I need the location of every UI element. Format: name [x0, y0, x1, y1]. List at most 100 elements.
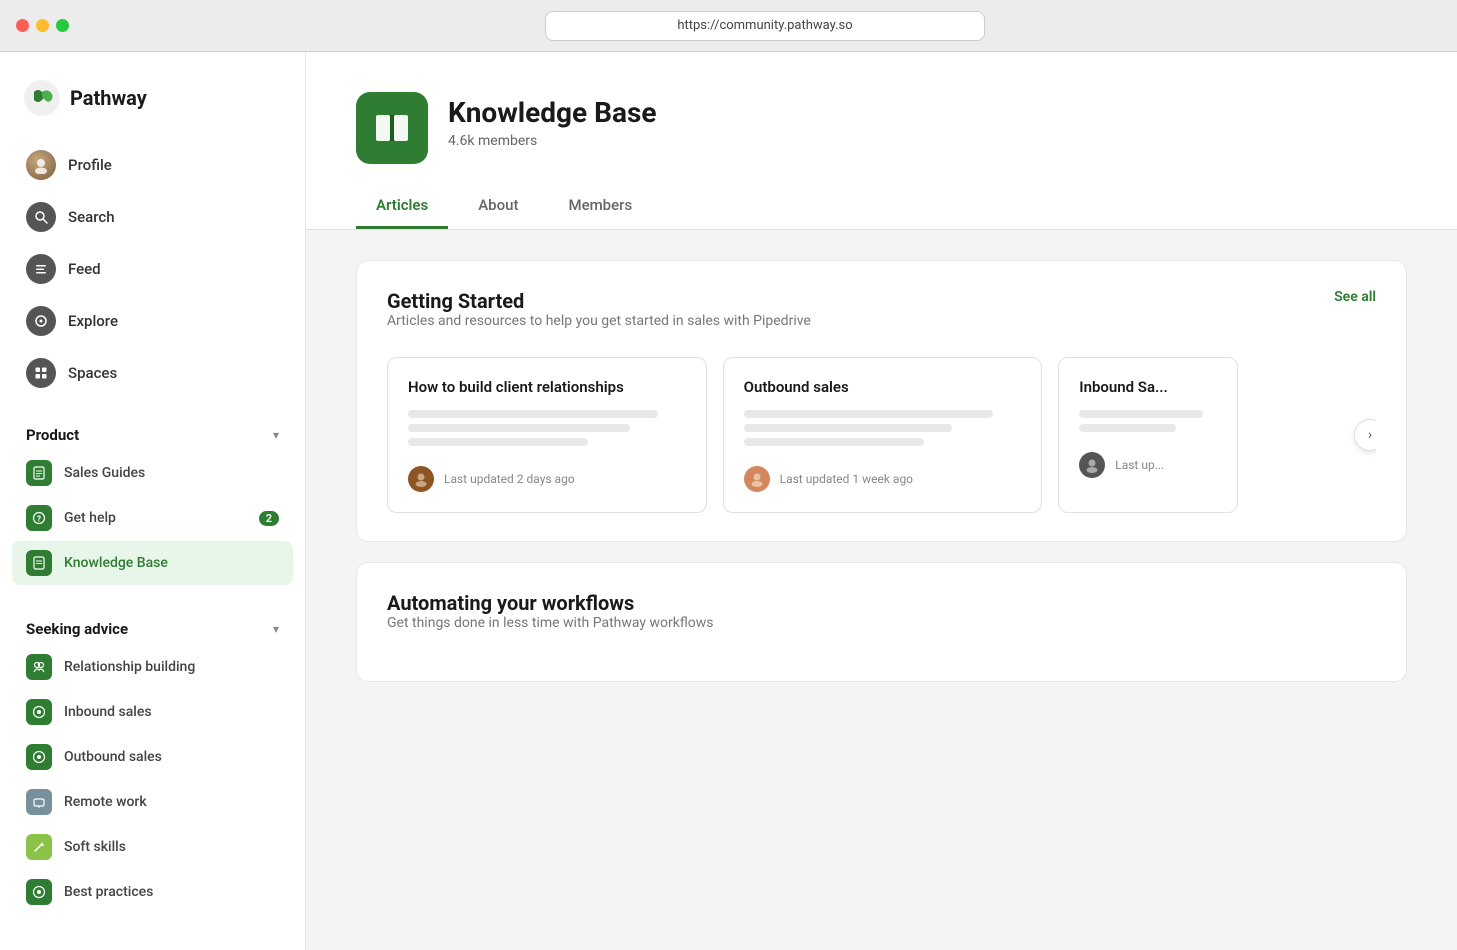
article-line — [408, 424, 630, 432]
sidebar-item-feed[interactable]: Feed — [12, 244, 293, 294]
sales-guides-icon — [26, 460, 52, 486]
relationship-building-label: Relationship building — [64, 659, 195, 675]
article-1-avatar — [408, 466, 434, 492]
sidebar-item-inbound-sales[interactable]: Inbound sales — [12, 690, 293, 734]
profile-label: Profile — [68, 156, 112, 174]
article-line — [744, 424, 952, 432]
seeking-advice-chevron-icon: ▾ — [273, 622, 279, 636]
url-bar[interactable]: https://community.pathway.so — [545, 11, 985, 41]
soft-skills-icon — [26, 834, 52, 860]
content-area: Getting Started Articles and resources t… — [306, 230, 1457, 950]
sidebar-item-get-help[interactable]: ? Get help 2 — [12, 496, 293, 540]
getting-started-title: Getting Started — [387, 289, 811, 313]
sidebar-item-knowledge-base[interactable]: Knowledge Base — [12, 541, 293, 585]
close-button[interactable] — [16, 19, 29, 32]
sidebar-item-best-practices[interactable]: Best practices — [12, 870, 293, 914]
tabs: Articles About Members — [356, 184, 1407, 229]
tab-members[interactable]: Members — [548, 184, 652, 229]
relationship-building-icon — [26, 654, 52, 680]
feed-label: Feed — [68, 260, 101, 278]
article-line — [408, 410, 658, 418]
browser-chrome: https://community.pathway.so — [0, 0, 1457, 52]
feed-nav-icon — [26, 254, 56, 284]
outbound-sales-icon — [26, 744, 52, 770]
sidebar-item-search[interactable]: Search — [12, 192, 293, 242]
article-card-1[interactable]: How to build client relationships — [387, 357, 707, 513]
see-all-link[interactable]: See all — [1334, 289, 1376, 305]
get-help-icon: ? — [26, 505, 52, 531]
getting-started-title-group: Getting Started Articles and resources t… — [387, 289, 811, 351]
community-title: Knowledge Base — [448, 96, 657, 129]
sidebar-item-sales-guides[interactable]: Sales Guides — [12, 451, 293, 495]
tab-articles[interactable]: Articles — [356, 184, 448, 229]
svg-text:?: ? — [37, 515, 41, 524]
getting-started-section: Getting Started Articles and resources t… — [356, 260, 1407, 542]
remote-work-icon — [26, 789, 52, 815]
best-practices-icon — [26, 879, 52, 905]
minimize-button[interactable] — [36, 19, 49, 32]
spaces-label: Spaces — [68, 364, 117, 382]
seeking-advice-section-header[interactable]: Seeking advice ▾ — [12, 614, 293, 644]
knowledge-base-label: Knowledge Base — [64, 555, 168, 571]
product-section-title: Product — [26, 426, 79, 444]
remote-work-label: Remote work — [64, 794, 147, 810]
spaces-nav-icon — [26, 358, 56, 388]
explore-label: Explore — [68, 312, 118, 330]
url-text: https://community.pathway.so — [677, 18, 852, 33]
logo[interactable]: Pathway — [0, 52, 305, 140]
inbound-sales-label: Inbound sales — [64, 704, 152, 720]
article-2-footer: Last updated 1 week ago — [744, 466, 1022, 492]
article-line — [1079, 410, 1203, 418]
book-open-icon — [373, 109, 411, 147]
app-layout: Pathway Profile — [0, 52, 1457, 950]
search-nav-icon — [26, 202, 56, 232]
sidebar-item-relationship-building[interactable]: Relationship building — [12, 645, 293, 689]
article-2-avatar — [744, 466, 770, 492]
outbound-sales-label: Outbound sales — [64, 749, 162, 765]
sales-guides-label: Sales Guides — [64, 465, 145, 481]
community-info: Knowledge Base 4.6k members — [448, 92, 657, 149]
automating-workflows-desc: Get things done in less time with Pathwa… — [387, 615, 1376, 631]
main-content: Knowledge Base 4.6k members Articles Abo… — [306, 52, 1457, 950]
article-line — [744, 410, 994, 418]
article-1-lines — [408, 410, 686, 446]
article-line — [408, 438, 588, 446]
knowledge-base-icon — [26, 550, 52, 576]
article-1-title: How to build client relationships — [408, 378, 686, 396]
product-section-header[interactable]: Product ▾ — [12, 420, 293, 450]
sidebar-item-spaces[interactable]: Spaces — [12, 348, 293, 398]
sidebar-item-remote-work[interactable]: Remote work — [12, 780, 293, 824]
sidebar-item-profile[interactable]: Profile — [12, 140, 293, 190]
best-practices-label: Best practices — [64, 884, 153, 900]
sidebar-nav: Profile Search — [0, 140, 305, 400]
article-2-timestamp: Last updated 1 week ago — [780, 472, 913, 486]
article-line — [744, 438, 924, 446]
sidebar-item-soft-skills[interactable]: Soft skills — [12, 825, 293, 869]
article-card-2[interactable]: Outbound sales — [723, 357, 1043, 513]
articles-row: How to build client relationships — [387, 357, 1376, 513]
sidebar: Pathway Profile — [0, 52, 306, 950]
product-chevron-icon: ▾ — [273, 428, 279, 442]
logo-icon — [24, 80, 60, 116]
community-hero: Knowledge Base 4.6k members — [356, 92, 1407, 164]
article-3-timestamp: Last up... — [1115, 458, 1164, 472]
explore-nav-icon — [26, 306, 56, 336]
inbound-sales-icon — [26, 699, 52, 725]
article-3-avatar — [1079, 452, 1105, 478]
logo-text: Pathway — [70, 86, 147, 110]
profile-avatar-icon — [26, 150, 56, 180]
article-3-footer: Last up... — [1079, 452, 1217, 478]
tab-about[interactable]: About — [458, 184, 538, 229]
maximize-button[interactable] — [56, 19, 69, 32]
article-2-lines — [744, 410, 1022, 446]
community-icon — [356, 92, 428, 164]
sidebar-item-explore[interactable]: Explore — [12, 296, 293, 346]
article-card-3[interactable]: Inbound Sa... L — [1058, 357, 1238, 513]
seeking-advice-section: Seeking advice ▾ Relationship building — [0, 594, 305, 923]
get-help-badge: 2 — [259, 511, 279, 526]
carousel-next-button[interactable]: › — [1354, 419, 1376, 451]
get-help-label: Get help — [64, 510, 116, 526]
article-line — [1079, 424, 1176, 432]
search-label: Search — [68, 208, 115, 226]
sidebar-item-outbound-sales[interactable]: Outbound sales — [12, 735, 293, 779]
